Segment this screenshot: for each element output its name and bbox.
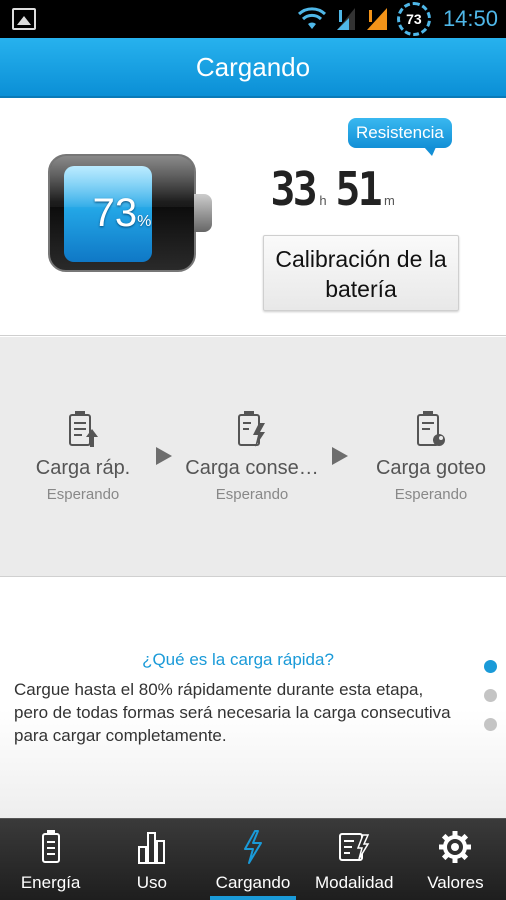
battery-cap bbox=[194, 194, 212, 232]
minutes-value: 51 bbox=[335, 162, 382, 216]
battery-panel: 73% Resistencia 33 h 51 m Calibración de… bbox=[0, 98, 506, 336]
battery-percent-sign: % bbox=[137, 213, 152, 230]
battery-graphic: 73% bbox=[48, 154, 214, 272]
page-indicator-dot[interactable] bbox=[484, 718, 497, 731]
stage-status: Esperando bbox=[215, 486, 289, 503]
stage-status: Esperando bbox=[394, 486, 468, 503]
signal-icon bbox=[366, 8, 387, 30]
gear-icon bbox=[439, 831, 472, 863]
nav-label: Valores bbox=[427, 873, 484, 892]
stage-fast-charge[interactable]: Carga ráp. Esperando bbox=[3, 409, 163, 503]
info-title: ¿Qué es la carga rápida? bbox=[142, 650, 334, 669]
continuous-charge-icon bbox=[238, 411, 265, 447]
page-title: Cargando bbox=[195, 51, 311, 82]
fast-charge-icon bbox=[69, 411, 98, 447]
stage-name: Carga conse… bbox=[185, 457, 319, 479]
calibrate-battery-button[interactable]: Calibración de la batería bbox=[263, 235, 459, 311]
hours-value: 33 bbox=[270, 162, 317, 216]
nav-item-modalidad[interactable]: Modalidad bbox=[304, 819, 405, 900]
lightning-icon bbox=[244, 830, 262, 864]
nav-item-energia[interactable]: Energía bbox=[0, 819, 101, 900]
info-panel[interactable]: ¿Qué es la carga rápida? Cargue hasta el… bbox=[0, 578, 506, 818]
resistance-time: 33 h 51 m bbox=[268, 166, 401, 212]
nav-label: Uso bbox=[136, 873, 167, 892]
stage-continuous-charge[interactable]: Carga conse… Esperando bbox=[172, 409, 332, 503]
title-bar: Cargando bbox=[0, 38, 506, 98]
nav-item-uso[interactable]: Uso bbox=[101, 819, 202, 900]
nav-label: Energía bbox=[20, 873, 81, 892]
mode-list-icon bbox=[339, 833, 370, 861]
signal-icon bbox=[336, 8, 355, 30]
bar-chart-icon bbox=[137, 832, 165, 864]
status-icons: 73 14:50 bbox=[297, 0, 498, 38]
hours-unit: h bbox=[319, 193, 327, 208]
stage-status: Esperando bbox=[46, 486, 120, 503]
stage-arrow-icon bbox=[332, 447, 348, 465]
page-indicator-dot[interactable] bbox=[484, 660, 497, 673]
wifi-icon bbox=[297, 7, 326, 29]
status-bar: 73 14:50 bbox=[0, 0, 506, 38]
info-text: Cargue hasta el 80% rápidamente durante … bbox=[14, 680, 451, 745]
charge-stages: Carga ráp. Esperando Carga conse… Espera… bbox=[0, 337, 506, 577]
battery-icon: 73 bbox=[396, 2, 431, 36]
nav-item-cargando[interactable]: Cargando bbox=[202, 819, 303, 900]
bottom-nav: Energía Uso Cargando Modalidad Valores bbox=[0, 818, 506, 900]
nav-item-valores[interactable]: Valores bbox=[405, 819, 506, 900]
battery-percent: 73% bbox=[48, 154, 196, 272]
stage-name: Carga ráp. bbox=[35, 457, 131, 479]
stage-name: Carga goteo bbox=[375, 457, 487, 479]
status-battery-level: 73 bbox=[406, 11, 422, 27]
minutes-unit: m bbox=[384, 193, 395, 208]
image-icon bbox=[12, 8, 36, 30]
page-indicator-dot[interactable] bbox=[484, 689, 497, 702]
stage-arrow-icon bbox=[156, 447, 172, 465]
battery-icon bbox=[41, 830, 60, 863]
battery-percent-value: 73 bbox=[92, 190, 138, 235]
trickle-charge-icon bbox=[417, 411, 445, 446]
nav-label: Modalidad bbox=[314, 873, 394, 892]
resistance-badge: Resistencia bbox=[348, 118, 452, 156]
clock: 14:50 bbox=[442, 6, 498, 31]
nav-label: Cargando bbox=[215, 873, 291, 892]
stage-trickle-charge[interactable]: Carga goteo Esperando bbox=[351, 409, 506, 503]
